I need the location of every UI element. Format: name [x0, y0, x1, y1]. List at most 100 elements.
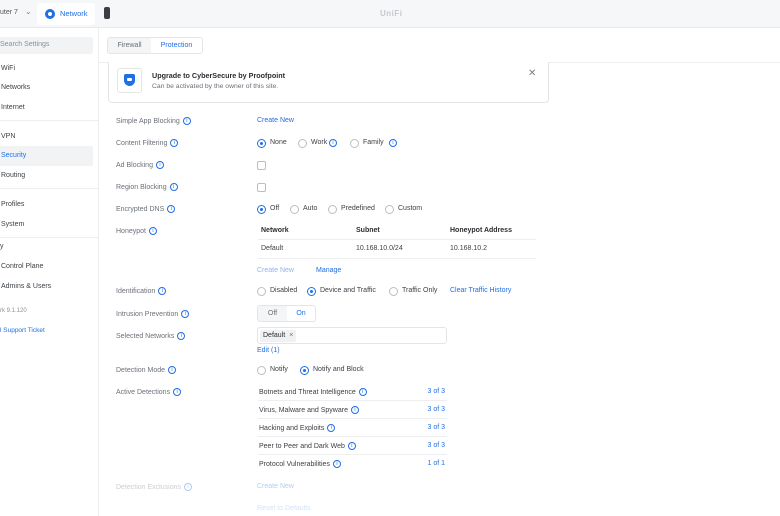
field-label: Honeypot — [116, 227, 146, 235]
info-icon[interactable]: i — [170, 139, 179, 147]
edit-networks-link[interactable]: Edit (1) — [257, 347, 280, 354]
detection-notify-block-radio[interactable] — [300, 366, 309, 375]
close-icon[interactable]: ✕ — [528, 68, 536, 79]
honeypot-manage-link[interactable]: Manage — [316, 267, 341, 274]
exclusions-create-link[interactable]: Create New — [257, 483, 294, 490]
reset-defaults-link[interactable]: Reset to Defaults — [257, 505, 311, 512]
detection-name: Virus, Malware and Spyware i — [259, 406, 359, 414]
sidebar-item-label: VPN — [1, 133, 16, 140]
sidebar-divider — [0, 237, 99, 238]
list-item[interactable]: Protocol Vulnerabilities i 1 of 1 — [258, 455, 447, 473]
info-icon[interactable]: i — [183, 483, 192, 491]
gateway-selector-label[interactable]: uter 7 — [0, 9, 18, 16]
detection-count[interactable]: 3 of 3 — [427, 424, 445, 431]
network-chip: Default × — [260, 330, 297, 342]
sidebar-item-label: Control Plane — [1, 263, 44, 270]
sidebar-item-label: Profiles — [1, 201, 25, 208]
settings-search-input[interactable]: Search Settings — [0, 37, 93, 54]
sidebar-item-security[interactable]: Security — [0, 146, 93, 166]
ad-blocking-checkbox[interactable] — [257, 161, 266, 170]
radio-label: Predefined — [341, 205, 375, 212]
info-icon[interactable]: i — [332, 460, 341, 468]
dns-auto-radio[interactable] — [290, 205, 299, 214]
honeypot-create-link[interactable]: Create New — [257, 267, 294, 274]
detection-label: Protocol Vulnerabilities — [259, 460, 330, 468]
info-icon[interactable]: i — [327, 424, 336, 432]
sidebar-item-networks[interactable]: Networks — [0, 78, 93, 98]
info-icon[interactable]: i — [347, 442, 356, 450]
info-icon[interactable]: i — [182, 117, 191, 125]
sidebar-item-admins-users[interactable]: Admins & Users — [0, 277, 93, 297]
banner-title: Upgrade to CyberSecure by Proofpoint — [152, 71, 285, 80]
content-filter-family-radio[interactable] — [350, 139, 359, 148]
dns-custom-radio[interactable] — [385, 205, 394, 214]
network-app-label[interactable]: Network — [60, 9, 88, 18]
info-icon[interactable]: i — [358, 388, 367, 396]
sidebar-item-internet[interactable]: Internet — [0, 98, 93, 118]
field-label: Active Detections — [116, 388, 171, 396]
sidebar-item-wifi[interactable]: WiFi — [0, 59, 93, 79]
table-cell-network: Default — [261, 245, 284, 252]
list-item[interactable]: Botnets and Threat Intelligence i 3 of 3 — [258, 383, 447, 401]
sidebar-item-profiles[interactable]: Profiles — [0, 195, 93, 215]
info-icon[interactable]: i — [329, 139, 337, 147]
info-icon[interactable]: i — [173, 388, 182, 396]
table-divider — [258, 258, 536, 259]
tab-protection[interactable]: Protection — [151, 38, 202, 53]
app-blocking-row-label: Simple App Blocking i — [116, 117, 191, 125]
content-filter-none-radio[interactable] — [257, 139, 266, 148]
list-item[interactable]: Hacking and Exploits i 3 of 3 — [258, 419, 447, 437]
network-app-icon — [45, 9, 55, 19]
dns-predefined-radio[interactable] — [328, 205, 337, 214]
clear-traffic-history-link[interactable]: Clear Traffic History — [450, 287, 511, 294]
detection-label: Hacking and Exploits — [259, 424, 325, 432]
info-icon[interactable]: i — [177, 332, 186, 340]
detection-name: Botnets and Threat Intelligence i — [259, 388, 367, 396]
shield-icon — [124, 74, 135, 86]
detection-count[interactable]: 1 of 1 — [427, 460, 445, 467]
identification-device-traffic-radio[interactable] — [307, 287, 316, 296]
radio-label: Off — [270, 205, 280, 212]
detection-count[interactable]: 3 of 3 — [427, 406, 445, 413]
radio-label: Traffic Only — [402, 287, 438, 294]
info-icon[interactable]: i — [389, 139, 397, 147]
support-ticket-link[interactable]: l Support Ticket — [0, 327, 45, 334]
region-blocking-row-label: Region Blocking i — [116, 183, 178, 191]
brand-logo: UniFi — [380, 9, 403, 18]
sidebar-item-vpn[interactable]: VPN — [0, 127, 93, 147]
info-icon[interactable]: i — [181, 310, 190, 318]
region-blocking-checkbox[interactable] — [257, 183, 266, 192]
selected-networks-input[interactable]: Default × — [257, 327, 447, 344]
toggle-off-option[interactable]: Off — [258, 306, 287, 321]
info-icon[interactable]: i — [155, 161, 164, 169]
device-icon[interactable] — [104, 7, 110, 19]
detection-count[interactable]: 3 of 3 — [427, 388, 445, 395]
dns-off-radio[interactable] — [257, 205, 266, 214]
detection-notify-radio[interactable] — [257, 366, 266, 375]
chevron-down-icon[interactable]: ⌄ — [25, 7, 32, 16]
tab-firewall[interactable]: Firewall — [108, 38, 151, 53]
table-header-network: Network — [261, 227, 289, 234]
list-item[interactable]: Peer to Peer and Dark Web i 3 of 3 — [258, 437, 447, 455]
info-icon[interactable]: i — [167, 205, 176, 213]
info-icon[interactable]: i — [350, 406, 359, 414]
sidebar-item-label: Admins & Users — [1, 283, 52, 290]
remove-icon[interactable]: × — [289, 332, 293, 339]
info-icon[interactable]: i — [148, 227, 157, 235]
detection-count[interactable]: 3 of 3 — [427, 442, 445, 449]
identification-traffic-only-radio[interactable] — [389, 287, 398, 296]
sidebar-item-system[interactable]: System — [0, 215, 93, 235]
info-icon[interactable]: i — [168, 366, 177, 374]
field-label: Simple App Blocking — [116, 117, 180, 125]
content-filter-work-radio[interactable] — [298, 139, 307, 148]
sidebar-item-label: Networks — [1, 84, 31, 91]
sidebar-divider — [0, 188, 99, 189]
info-icon[interactable]: i — [169, 183, 178, 191]
identification-disabled-radio[interactable] — [257, 287, 266, 296]
app-blocking-create-link[interactable]: Create New — [257, 117, 294, 124]
list-item[interactable]: Virus, Malware and Spyware i 3 of 3 — [258, 401, 447, 419]
info-icon[interactable]: i — [158, 287, 167, 295]
sidebar-item-routing[interactable]: Routing — [0, 166, 93, 186]
sidebar-item-control-plane[interactable]: Control Plane — [0, 257, 93, 277]
toggle-on-option[interactable]: On — [287, 306, 315, 321]
